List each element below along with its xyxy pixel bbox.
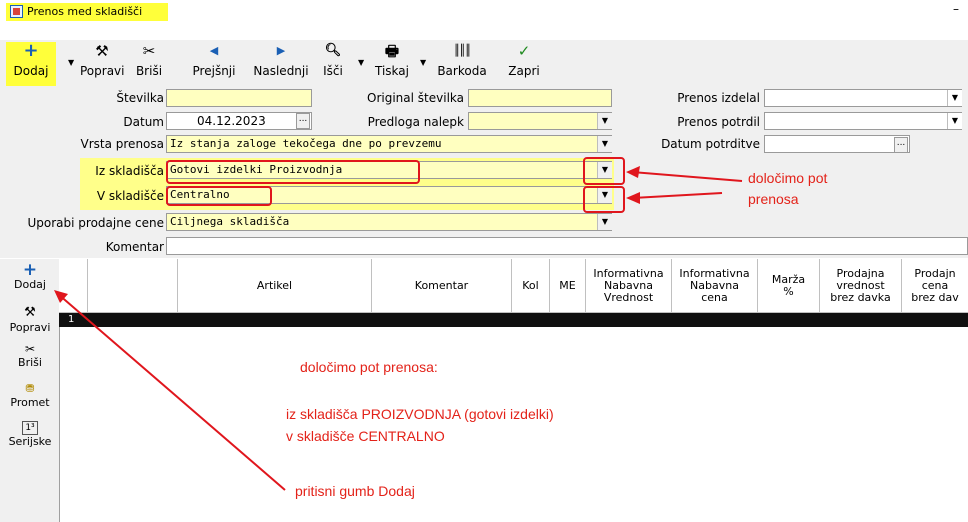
arrow-to-v-dropdown <box>631 192 723 199</box>
annotation-arrows <box>54 166 743 491</box>
arrow-to-grid-add <box>57 293 286 491</box>
arrow-head-v <box>626 192 640 204</box>
arrow-to-iz-dropdown <box>631 171 743 182</box>
arrow-head-iz <box>626 166 640 178</box>
